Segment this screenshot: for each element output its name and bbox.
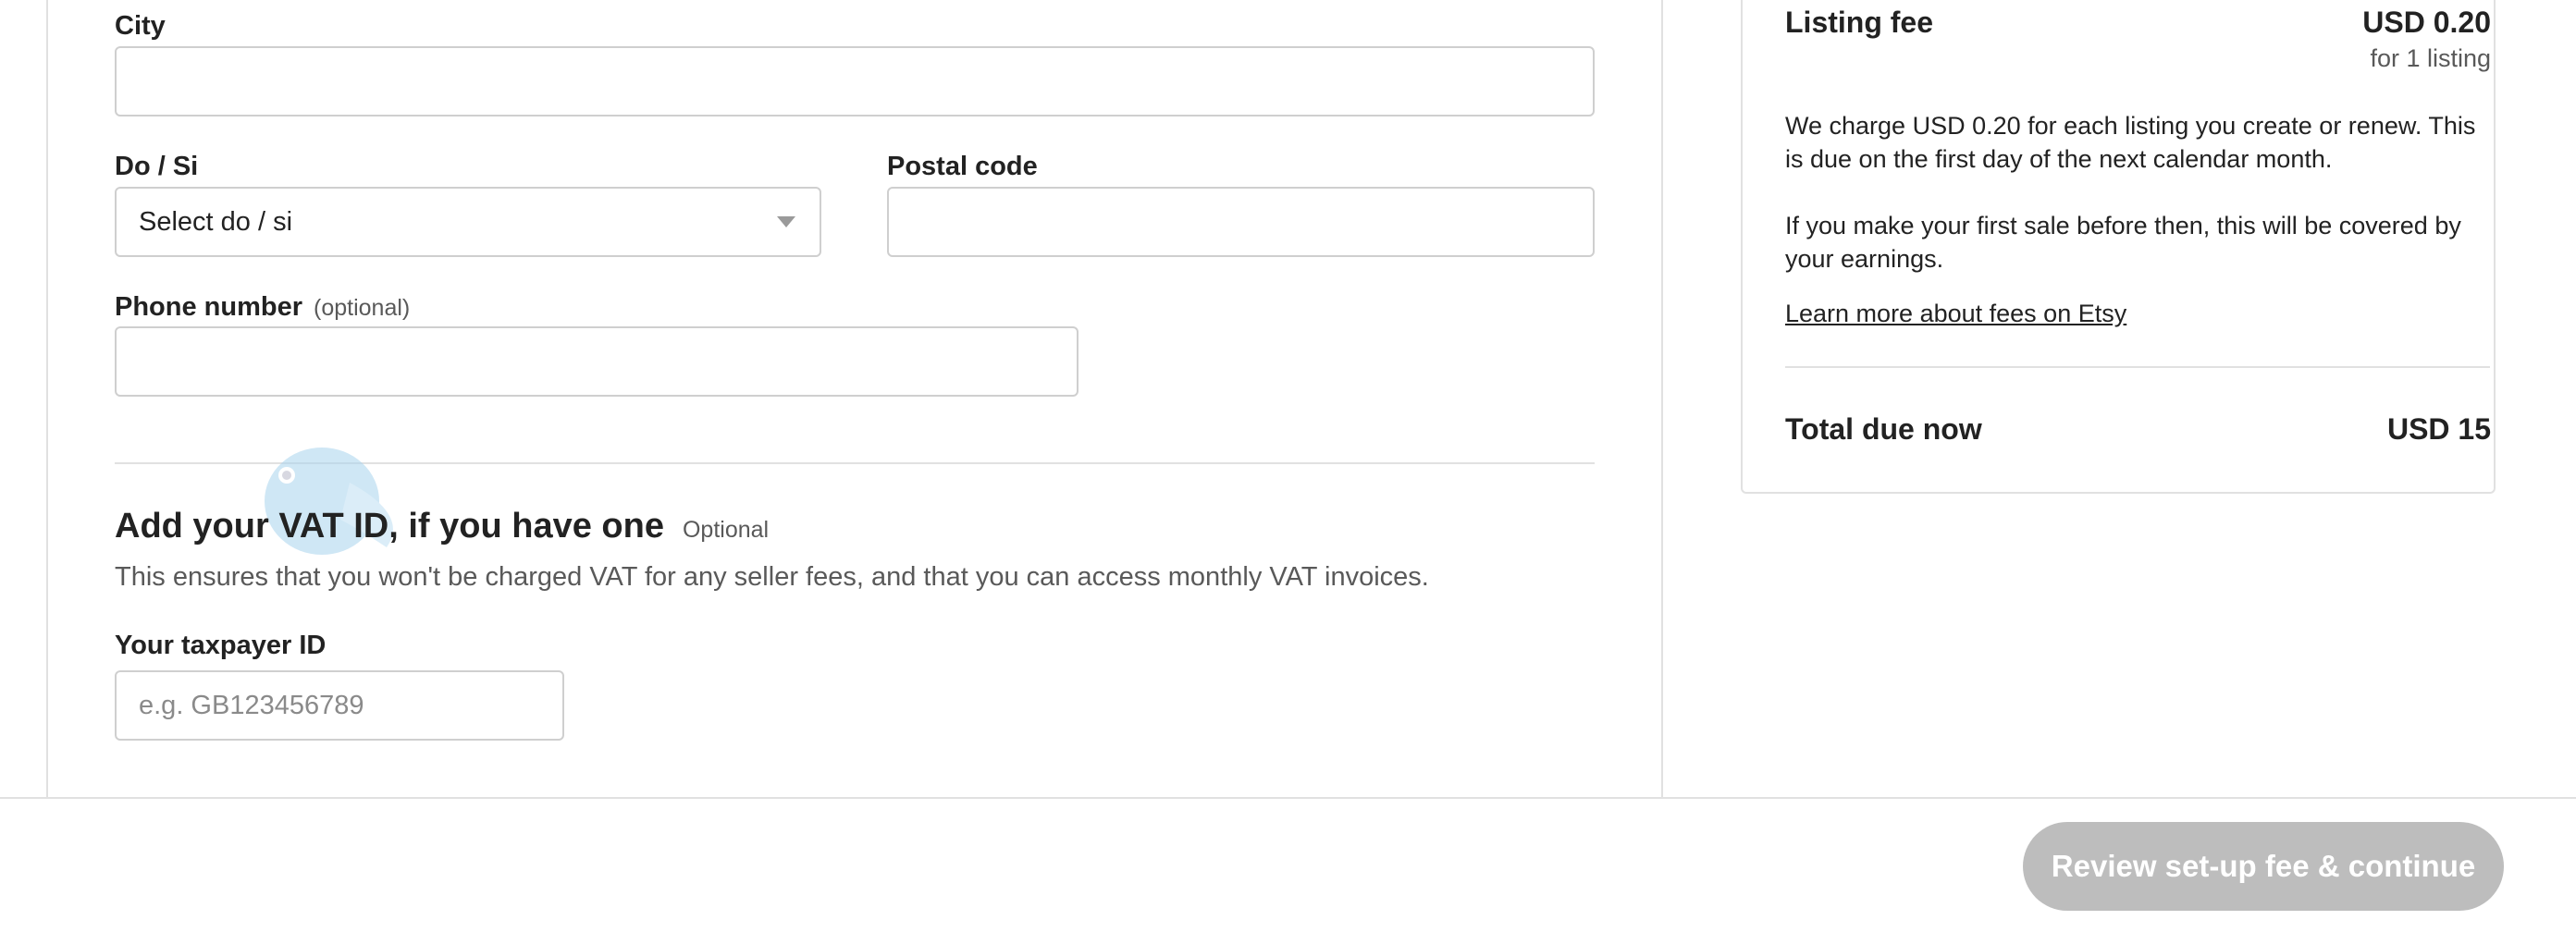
phone-input[interactable]	[115, 326, 1078, 397]
phone-label-text: Phone number	[115, 292, 303, 322]
vat-optional-tag: Optional	[682, 517, 770, 543]
caret-down-icon	[777, 216, 795, 227]
taxpayer-id-input[interactable]	[115, 670, 564, 741]
phone-optional-tag: (optional)	[314, 295, 411, 321]
total-due-amount: USD 15	[2386, 412, 2491, 446]
city-input[interactable]	[115, 46, 1595, 116]
region-selected-value: Select do / si	[139, 206, 293, 237]
listing-fee-title: Listing fee	[1785, 6, 1934, 39]
fee-earnings-note: If you make your first sale before then,…	[1785, 212, 2461, 273]
total-due-label: Total due now	[1785, 412, 1982, 446]
postal-code-label: Postal code	[887, 152, 1038, 181]
learn-more-fees-link[interactable]: Learn more about fees on Etsy	[1785, 300, 2126, 328]
postal-code-input[interactable]	[887, 187, 1595, 257]
vat-section-title: Add your VAT ID, if you have one Optional	[115, 507, 769, 546]
listing-fee-count: for 1 listing	[2370, 44, 2491, 72]
page: City Do / Si Select do / si Postal code …	[0, 0, 2576, 932]
city-label: City	[115, 11, 166, 41]
region-select[interactable]: Select do / si	[115, 187, 821, 257]
phone-label: Phone number (optional)	[115, 292, 410, 323]
left-panel-border	[46, 0, 48, 799]
listing-fee-amount: USD 0.20	[2362, 6, 2491, 39]
region-label: Do / Si	[115, 152, 199, 181]
review-fee-continue-button[interactable]: Review set-up fee & continue	[2023, 822, 2504, 911]
taxpayer-id-label: Your taxpayer ID	[115, 631, 327, 660]
vat-title-text: Add your VAT ID, if you have one	[115, 507, 664, 546]
card-divider	[1785, 366, 2490, 368]
fee-explanation: We charge USD 0.20 for each listing you …	[1785, 112, 2476, 173]
column-divider	[1661, 0, 1663, 799]
footer-divider	[0, 797, 2576, 799]
vat-description: This ensures that you won't be charged V…	[115, 562, 1429, 592]
